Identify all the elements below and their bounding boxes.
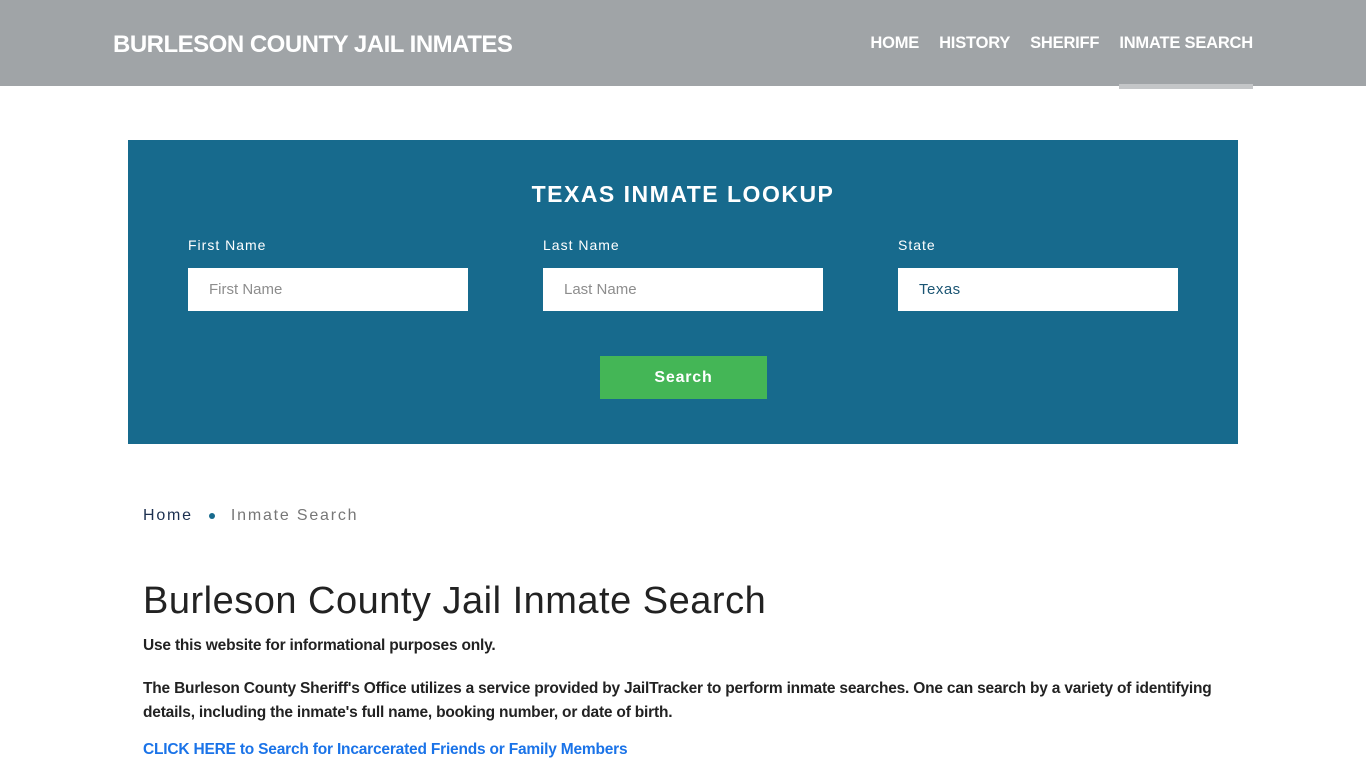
nav-history[interactable]: HISTORY — [939, 0, 1010, 89]
state-input[interactable] — [898, 268, 1178, 311]
nav-home[interactable]: HOME — [870, 0, 919, 89]
nav-inmate-search[interactable]: INMATE SEARCH — [1119, 0, 1253, 89]
lookup-title: TEXAS INMATE LOOKUP — [531, 181, 835, 207]
last-name-input[interactable] — [543, 268, 823, 311]
last-name-label: Last Name — [543, 237, 620, 253]
search-button[interactable]: Search — [600, 356, 767, 399]
first-name-label: First Name — [188, 237, 267, 253]
first-name-input[interactable] — [188, 268, 468, 311]
search-family-link[interactable]: CLICK HERE to Search for Incarcerated Fr… — [143, 741, 628, 759]
site-brand-link[interactable]: BURLESON COUNTY JAIL INMATES — [113, 31, 513, 59]
nav-sheriff[interactable]: SHERIFF — [1030, 0, 1099, 89]
main-nav: HOME HISTORY SHERIFF INMATE SEARCH — [850, 0, 1253, 89]
page-title: Burleson County Jail Inmate Search — [143, 580, 767, 622]
breadcrumb: Home Inmate Search — [143, 507, 358, 525]
disclaimer-text: Use this website for informational purpo… — [143, 637, 496, 654]
state-label: State — [898, 237, 936, 253]
breadcrumb-separator-icon — [208, 513, 215, 519]
description-text: The Burleson County Sheriff's Office uti… — [143, 680, 1212, 721]
breadcrumb-current: Inmate Search — [230, 507, 359, 524]
site-header: BURLESON COUNTY JAIL INMATES HOME HISTOR… — [0, 0, 1366, 89]
breadcrumb-home[interactable]: Home — [143, 507, 193, 525]
